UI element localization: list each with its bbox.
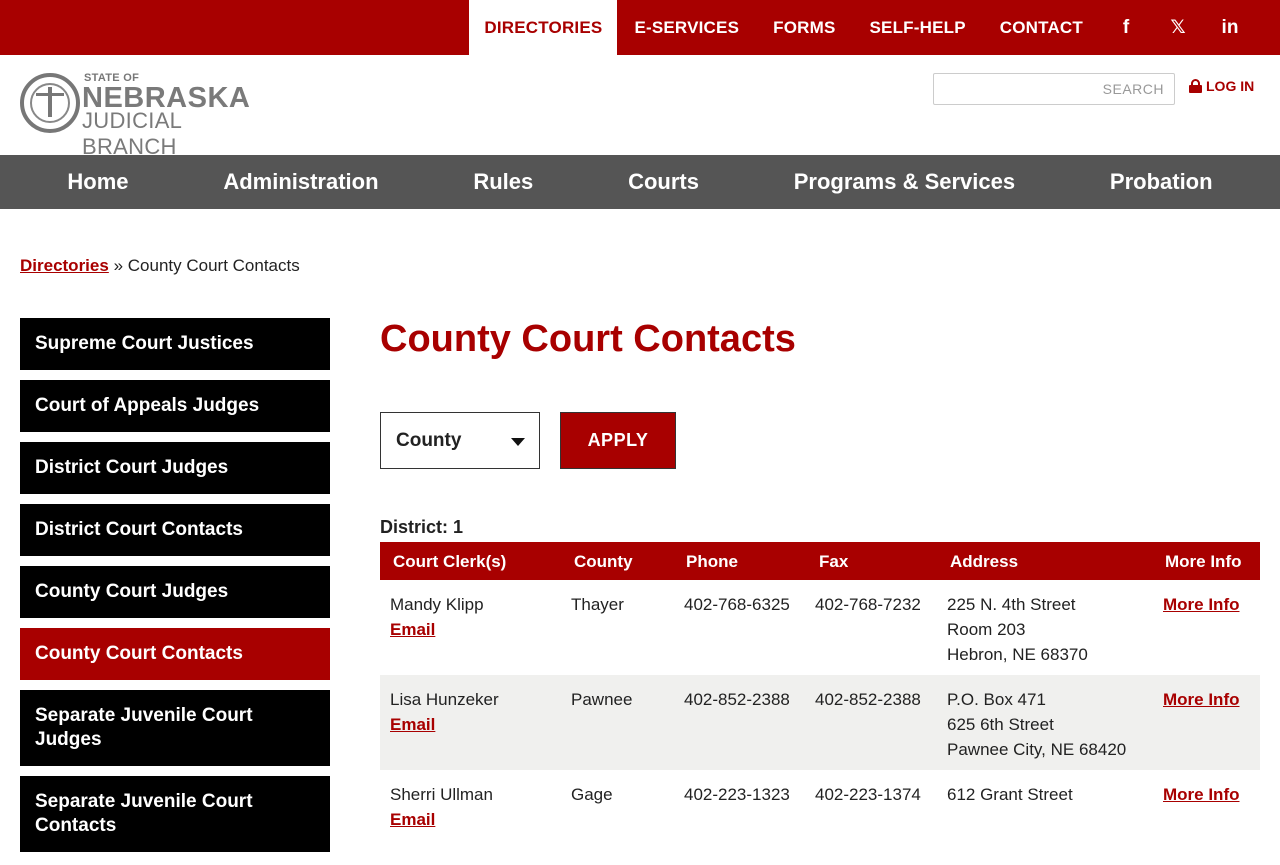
sidebar-item-county-court-judges[interactable]: County Court Judges xyxy=(20,566,330,618)
login-label: LOG IN xyxy=(1206,78,1255,94)
x-twitter-icon[interactable]: 𝕏 xyxy=(1152,0,1204,55)
search-box xyxy=(933,73,1175,105)
header-phone: Phone xyxy=(686,552,738,571)
phone-cell: 402-852-2388 xyxy=(684,690,790,709)
facebook-icon[interactable]: f xyxy=(1100,0,1152,55)
page-title: County Court Contacts xyxy=(380,318,796,360)
address-line: 612 Grant Street xyxy=(947,785,1073,804)
breadcrumb: Directories » County Court Contacts xyxy=(20,256,300,276)
table-row: Lisa Hunzeker Email Pawnee 402-852-2388 … xyxy=(380,675,1260,770)
address-line: P.O. Box 471 xyxy=(947,690,1046,709)
header-court-clerks: Court Clerk(s) xyxy=(393,552,507,571)
breadcrumb-current: County Court Contacts xyxy=(127,256,300,275)
phone-cell: 402-223-1323 xyxy=(684,785,790,804)
address-line: 225 N. 4th Street xyxy=(947,595,1076,614)
header-address: Address xyxy=(950,552,1019,571)
site-logo[interactable]: STATE OF NEBRASKA JUDICIAL BRANCH xyxy=(20,70,280,159)
login-link[interactable]: LOG IN xyxy=(1189,78,1254,94)
sidebar-item-separate-juvenile-court-judges[interactable]: Separate Juvenile Court Judges xyxy=(20,690,330,766)
nav-administration[interactable]: Administration xyxy=(223,169,378,195)
header-fax: Fax xyxy=(819,552,849,571)
county-select-value: County xyxy=(396,429,462,451)
table-row: Mandy Klipp Email Thayer 402-768-6325 40… xyxy=(380,580,1260,675)
address-line: Pawnee City, NE 68420 xyxy=(947,740,1127,759)
utility-link-self-help[interactable]: SELF-HELP xyxy=(853,0,983,55)
nav-programs-services[interactable]: Programs & Services xyxy=(794,169,1015,195)
more-info-link[interactable]: More Info xyxy=(1163,592,1240,617)
county-cell: Thayer xyxy=(571,595,624,614)
clerk-name: Sherri Ullman xyxy=(390,785,493,804)
nav-rules[interactable]: Rules xyxy=(473,169,533,195)
utility-link-directories[interactable]: DIRECTORIES xyxy=(469,0,618,55)
header-more-info: More Info xyxy=(1165,552,1242,571)
nav-courts[interactable]: Courts xyxy=(628,169,699,195)
table-row: Sherri Ullman Email Gage 402-223-1323 40… xyxy=(380,770,1260,865)
utility-link-e-services[interactable]: E-SERVICES xyxy=(617,0,756,55)
utility-link-contact[interactable]: CONTACT xyxy=(983,0,1100,55)
address-line: 625 6th Street xyxy=(947,715,1054,734)
clerk-name: Lisa Hunzeker xyxy=(390,690,499,709)
sidebar-item-district-court-contacts[interactable]: District Court Contacts xyxy=(20,504,330,556)
more-info-link[interactable]: More Info xyxy=(1163,687,1240,712)
phone-cell: 402-768-6325 xyxy=(684,595,790,614)
email-link[interactable]: Email xyxy=(390,712,499,737)
sidebar-item-separate-juvenile-court-contacts[interactable]: Separate Juvenile Court Contacts xyxy=(20,776,330,852)
main-nav: Home Administration Rules Courts Program… xyxy=(0,155,1280,209)
address-cell: P.O. Box 471 625 6th Street Pawnee City,… xyxy=(947,687,1126,762)
sidebar-item-supreme-court-justices[interactable]: Supreme Court Justices xyxy=(20,318,330,370)
header-county: County xyxy=(574,552,633,571)
breadcrumb-link-directories[interactable]: Directories xyxy=(20,256,109,275)
logo-branch-text: JUDICIAL BRANCH xyxy=(82,108,182,159)
address-cell: 225 N. 4th Street Room 203 Hebron, NE 68… xyxy=(947,592,1088,667)
chevron-down-icon xyxy=(511,438,525,446)
fax-cell: 402-223-1374 xyxy=(815,785,921,804)
breadcrumb-separator: » xyxy=(113,256,124,275)
state-seal-icon xyxy=(20,73,80,133)
fax-cell: 402-768-7232 xyxy=(815,595,921,614)
address-line: Room 203 xyxy=(947,620,1026,639)
address-cell: 612 Grant Street xyxy=(947,782,1073,807)
more-info-link[interactable]: More Info xyxy=(1163,782,1240,807)
district-heading: District: 1 xyxy=(380,517,464,537)
apply-button[interactable]: APPLY xyxy=(560,412,676,469)
clerk-name: Mandy Klipp xyxy=(390,595,484,614)
nav-home[interactable]: Home xyxy=(67,169,128,195)
sidebar-item-court-of-appeals-judges[interactable]: Court of Appeals Judges xyxy=(20,380,330,432)
utility-bar: DIRECTORIES E-SERVICES FORMS SELF-HELP C… xyxy=(0,0,1280,55)
sidebar-item-district-court-judges[interactable]: District Court Judges xyxy=(20,442,330,494)
utility-nav: DIRECTORIES E-SERVICES FORMS SELF-HELP C… xyxy=(469,0,1256,55)
address-line: Hebron, NE 68370 xyxy=(947,645,1088,664)
linkedin-icon[interactable]: in xyxy=(1204,0,1256,55)
contacts-table: Court Clerk(s) County Phone Fax Address … xyxy=(380,542,1260,865)
sidebar: Supreme Court Justices Court of Appeals … xyxy=(20,318,330,862)
county-cell: Pawnee xyxy=(571,690,633,709)
table-header: Court Clerk(s) County Phone Fax Address … xyxy=(380,542,1260,580)
lock-icon xyxy=(1189,79,1202,93)
fax-cell: 402-852-2388 xyxy=(815,690,921,709)
nav-probation[interactable]: Probation xyxy=(1110,169,1213,195)
sidebar-item-county-court-contacts[interactable]: County Court Contacts xyxy=(20,628,330,680)
utility-link-forms[interactable]: FORMS xyxy=(756,0,852,55)
email-link[interactable]: Email xyxy=(390,617,484,642)
search-input[interactable] xyxy=(934,74,1174,104)
county-cell: Gage xyxy=(571,785,613,804)
email-link[interactable]: Email xyxy=(390,807,493,832)
county-select[interactable]: County xyxy=(380,412,540,469)
